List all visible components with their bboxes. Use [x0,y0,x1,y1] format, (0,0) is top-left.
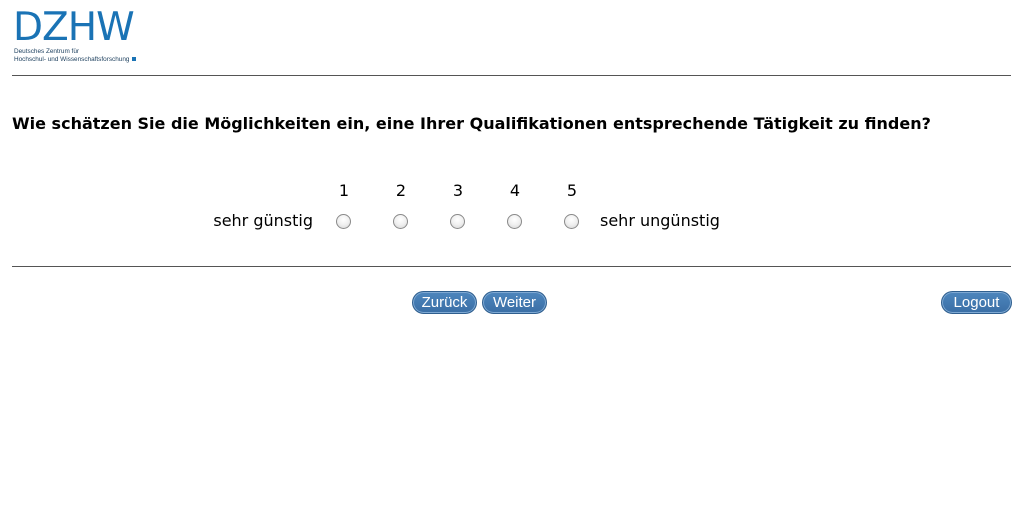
logo-square-icon [132,57,137,62]
scale-anchor-left: sehr günstig [213,211,313,230]
logout-button[interactable]: Logout [941,291,1012,314]
scale-radio-3[interactable] [450,214,465,229]
scale-label-3: 3 [452,181,464,200]
logo-subtitle-line2-text: Hochschul- und Wissenschaftsforschung [14,56,130,63]
scale-label-1: 1 [338,181,350,200]
dzhw-logo: DZHW Deutsches Zentrum für Hochschul- un… [13,8,153,68]
header-divider [12,75,1011,76]
question-text: Wie schätzen Sie die Möglichkeiten ein, … [12,114,931,133]
scale-radio-2[interactable] [393,214,408,229]
scale-radio-4[interactable] [507,214,522,229]
scale-label-5: 5 [566,181,578,200]
back-button[interactable]: Zurück [412,291,477,314]
logo-subtitle-line1: Deutsches Zentrum für [14,48,79,55]
scale-label-4: 4 [509,181,521,200]
scale-radio-5[interactable] [564,214,579,229]
logo-subtitle: Deutsches Zentrum für Hochschul- und Wis… [14,48,137,64]
scale-anchor-right: sehr ungünstig [600,211,720,230]
survey-page: DZHW Deutsches Zentrum für Hochschul- un… [0,0,1024,505]
footer-divider [12,266,1011,267]
next-button[interactable]: Weiter [482,291,547,314]
scale-radio-1[interactable] [336,214,351,229]
scale-label-2: 2 [395,181,407,200]
logo-wordmark: DZHW [13,5,135,50]
logo-subtitle-line2: Hochschul- und Wissenschaftsforschung [14,56,137,64]
